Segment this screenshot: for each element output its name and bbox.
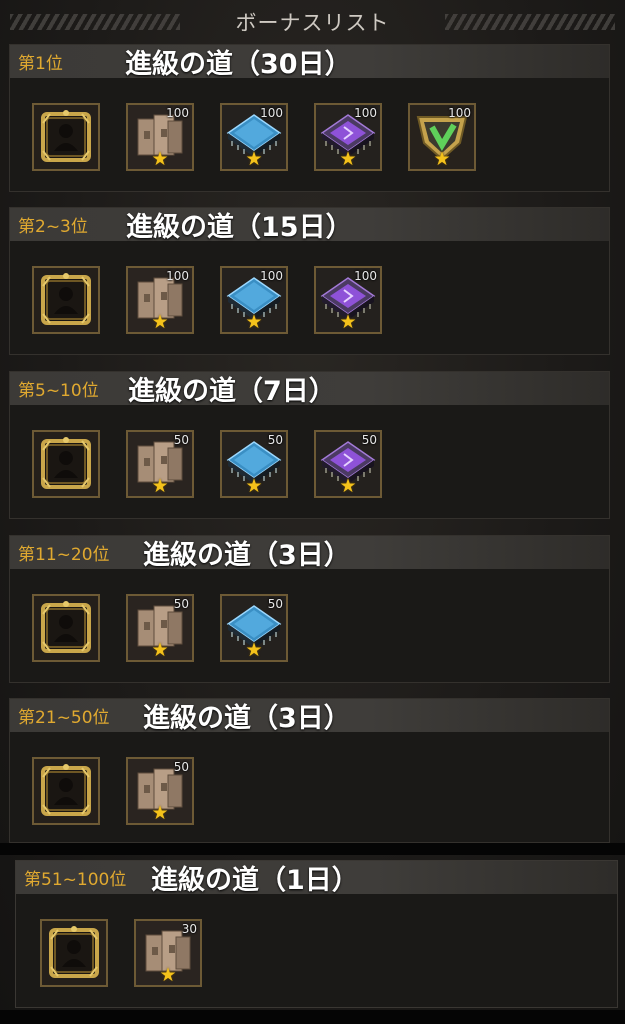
section-header: 第11~20位 進級の道（3日） bbox=[10, 536, 609, 571]
item-quantity: 100 bbox=[166, 269, 189, 283]
item-quantity: 100 bbox=[354, 269, 377, 283]
reward-item-blue-chip[interactable]: 100 ★ bbox=[220, 103, 288, 171]
title-decoration-right bbox=[445, 14, 615, 30]
frame-icon bbox=[42, 921, 106, 985]
reward-item-book[interactable]: 30 ★ bbox=[134, 919, 202, 987]
reward-item-book[interactable]: 100 ★ bbox=[126, 103, 194, 171]
star-icon: ★ bbox=[151, 802, 169, 824]
section-title: 進級の道（15日） bbox=[126, 212, 353, 243]
reward-item-blue-chip[interactable]: 50 ★ bbox=[220, 430, 288, 498]
reward-section: 第21~50位 進級の道（3日） 50 ★ bbox=[9, 698, 610, 843]
reward-item-frame[interactable] bbox=[32, 266, 100, 334]
rank-label: 第11~20位 bbox=[18, 545, 110, 565]
reward-item-purple-chip[interactable]: 100 ★ bbox=[314, 266, 382, 334]
section-title: 進級の道（30日） bbox=[125, 49, 352, 80]
star-icon: ★ bbox=[245, 148, 263, 170]
reward-section: 第1位 進級の道（30日） 100 ★ 100 ★ 100 ★ 100 ★ bbox=[9, 44, 610, 192]
reward-items: 50 ★ 50 ★ bbox=[10, 594, 609, 664]
rank-label: 第2~3位 bbox=[18, 217, 88, 237]
reward-section: 第51~100位 進級の道（1日） 30 ★ bbox=[15, 860, 618, 1008]
frame-icon bbox=[34, 759, 98, 823]
frame-icon bbox=[34, 432, 98, 496]
reward-item-frame[interactable] bbox=[40, 919, 108, 987]
bottom-bar bbox=[0, 1010, 625, 1024]
reward-item-book[interactable]: 50 ★ bbox=[126, 757, 194, 825]
reward-items: 100 ★ 100 ★ 100 ★ 100 ★ bbox=[10, 103, 609, 173]
frame-icon bbox=[34, 596, 98, 660]
item-quantity: 50 bbox=[267, 597, 283, 611]
section-header: 第21~50位 進級の道（3日） bbox=[10, 699, 609, 734]
bonus-list-screen: ボーナスリスト 第1位 進級の道（30日） 100 ★ 100 ★ 100 ★ … bbox=[0, 0, 625, 1024]
item-quantity: 100 bbox=[260, 269, 283, 283]
rank-label: 第51~100位 bbox=[24, 870, 127, 890]
reward-item-frame[interactable] bbox=[32, 594, 100, 662]
item-quantity: 100 bbox=[260, 106, 283, 120]
item-quantity: 50 bbox=[267, 433, 283, 447]
reward-section: 第2~3位 進級の道（15日） 100 ★ 100 ★ 100 ★ bbox=[9, 207, 610, 355]
star-icon: ★ bbox=[151, 639, 169, 661]
reward-item-book[interactable]: 100 ★ bbox=[126, 266, 194, 334]
reward-section: 第11~20位 進級の道（3日） 50 ★ 50 ★ bbox=[9, 535, 610, 683]
section-title: 進級の道（1日） bbox=[151, 865, 359, 896]
reward-item-blue-chip[interactable]: 50 ★ bbox=[220, 594, 288, 662]
rank-label: 第21~50位 bbox=[18, 708, 110, 728]
rank-label: 第1位 bbox=[18, 54, 63, 74]
reward-item-frame[interactable] bbox=[32, 757, 100, 825]
star-icon: ★ bbox=[339, 148, 357, 170]
rank-label: 第5~10位 bbox=[18, 381, 99, 401]
item-quantity: 50 bbox=[173, 597, 189, 611]
reward-item-frame[interactable] bbox=[32, 430, 100, 498]
star-icon: ★ bbox=[151, 475, 169, 497]
item-quantity: 50 bbox=[173, 760, 189, 774]
item-quantity: 100 bbox=[166, 106, 189, 120]
reward-item-frame[interactable] bbox=[32, 103, 100, 171]
reward-items: 100 ★ 100 ★ 100 ★ bbox=[10, 266, 609, 336]
star-icon: ★ bbox=[339, 475, 357, 497]
section-header: 第5~10位 進級の道（7日） bbox=[10, 372, 609, 407]
section-title: 進級の道（3日） bbox=[143, 703, 351, 734]
item-quantity: 100 bbox=[354, 106, 377, 120]
star-icon: ★ bbox=[433, 148, 451, 170]
star-icon: ★ bbox=[151, 148, 169, 170]
reward-item-purple-chip[interactable]: 100 ★ bbox=[314, 103, 382, 171]
star-icon: ★ bbox=[159, 964, 177, 986]
reward-section: 第5~10位 進級の道（7日） 50 ★ 50 ★ 50 ★ bbox=[9, 371, 610, 519]
section-divider bbox=[0, 843, 625, 855]
page-title: ボーナスリスト bbox=[235, 11, 390, 35]
reward-item-purple-chip[interactable]: 50 ★ bbox=[314, 430, 382, 498]
reward-item-book[interactable]: 50 ★ bbox=[126, 430, 194, 498]
title-bar: ボーナスリスト bbox=[0, 0, 625, 44]
title-decoration-left bbox=[10, 14, 180, 30]
item-quantity: 50 bbox=[361, 433, 377, 447]
reward-item-green-emblem[interactable]: 100 ★ bbox=[408, 103, 476, 171]
item-quantity: 100 bbox=[448, 106, 471, 120]
reward-items: 30 ★ bbox=[16, 919, 617, 989]
item-quantity: 30 bbox=[181, 922, 197, 936]
reward-items: 50 ★ 50 ★ 50 ★ bbox=[10, 430, 609, 500]
star-icon: ★ bbox=[339, 311, 357, 333]
section-header: 第1位 進級の道（30日） bbox=[10, 45, 609, 80]
reward-item-book[interactable]: 50 ★ bbox=[126, 594, 194, 662]
item-quantity: 50 bbox=[173, 433, 189, 447]
frame-icon bbox=[34, 105, 98, 169]
star-icon: ★ bbox=[245, 639, 263, 661]
frame-icon bbox=[34, 268, 98, 332]
section-title: 進級の道（7日） bbox=[128, 376, 336, 407]
reward-items: 50 ★ bbox=[10, 757, 609, 827]
star-icon: ★ bbox=[245, 311, 263, 333]
section-header: 第51~100位 進級の道（1日） bbox=[16, 861, 617, 896]
section-title: 進級の道（3日） bbox=[143, 540, 351, 571]
reward-item-blue-chip[interactable]: 100 ★ bbox=[220, 266, 288, 334]
section-header: 第2~3位 進級の道（15日） bbox=[10, 208, 609, 243]
star-icon: ★ bbox=[151, 311, 169, 333]
star-icon: ★ bbox=[245, 475, 263, 497]
